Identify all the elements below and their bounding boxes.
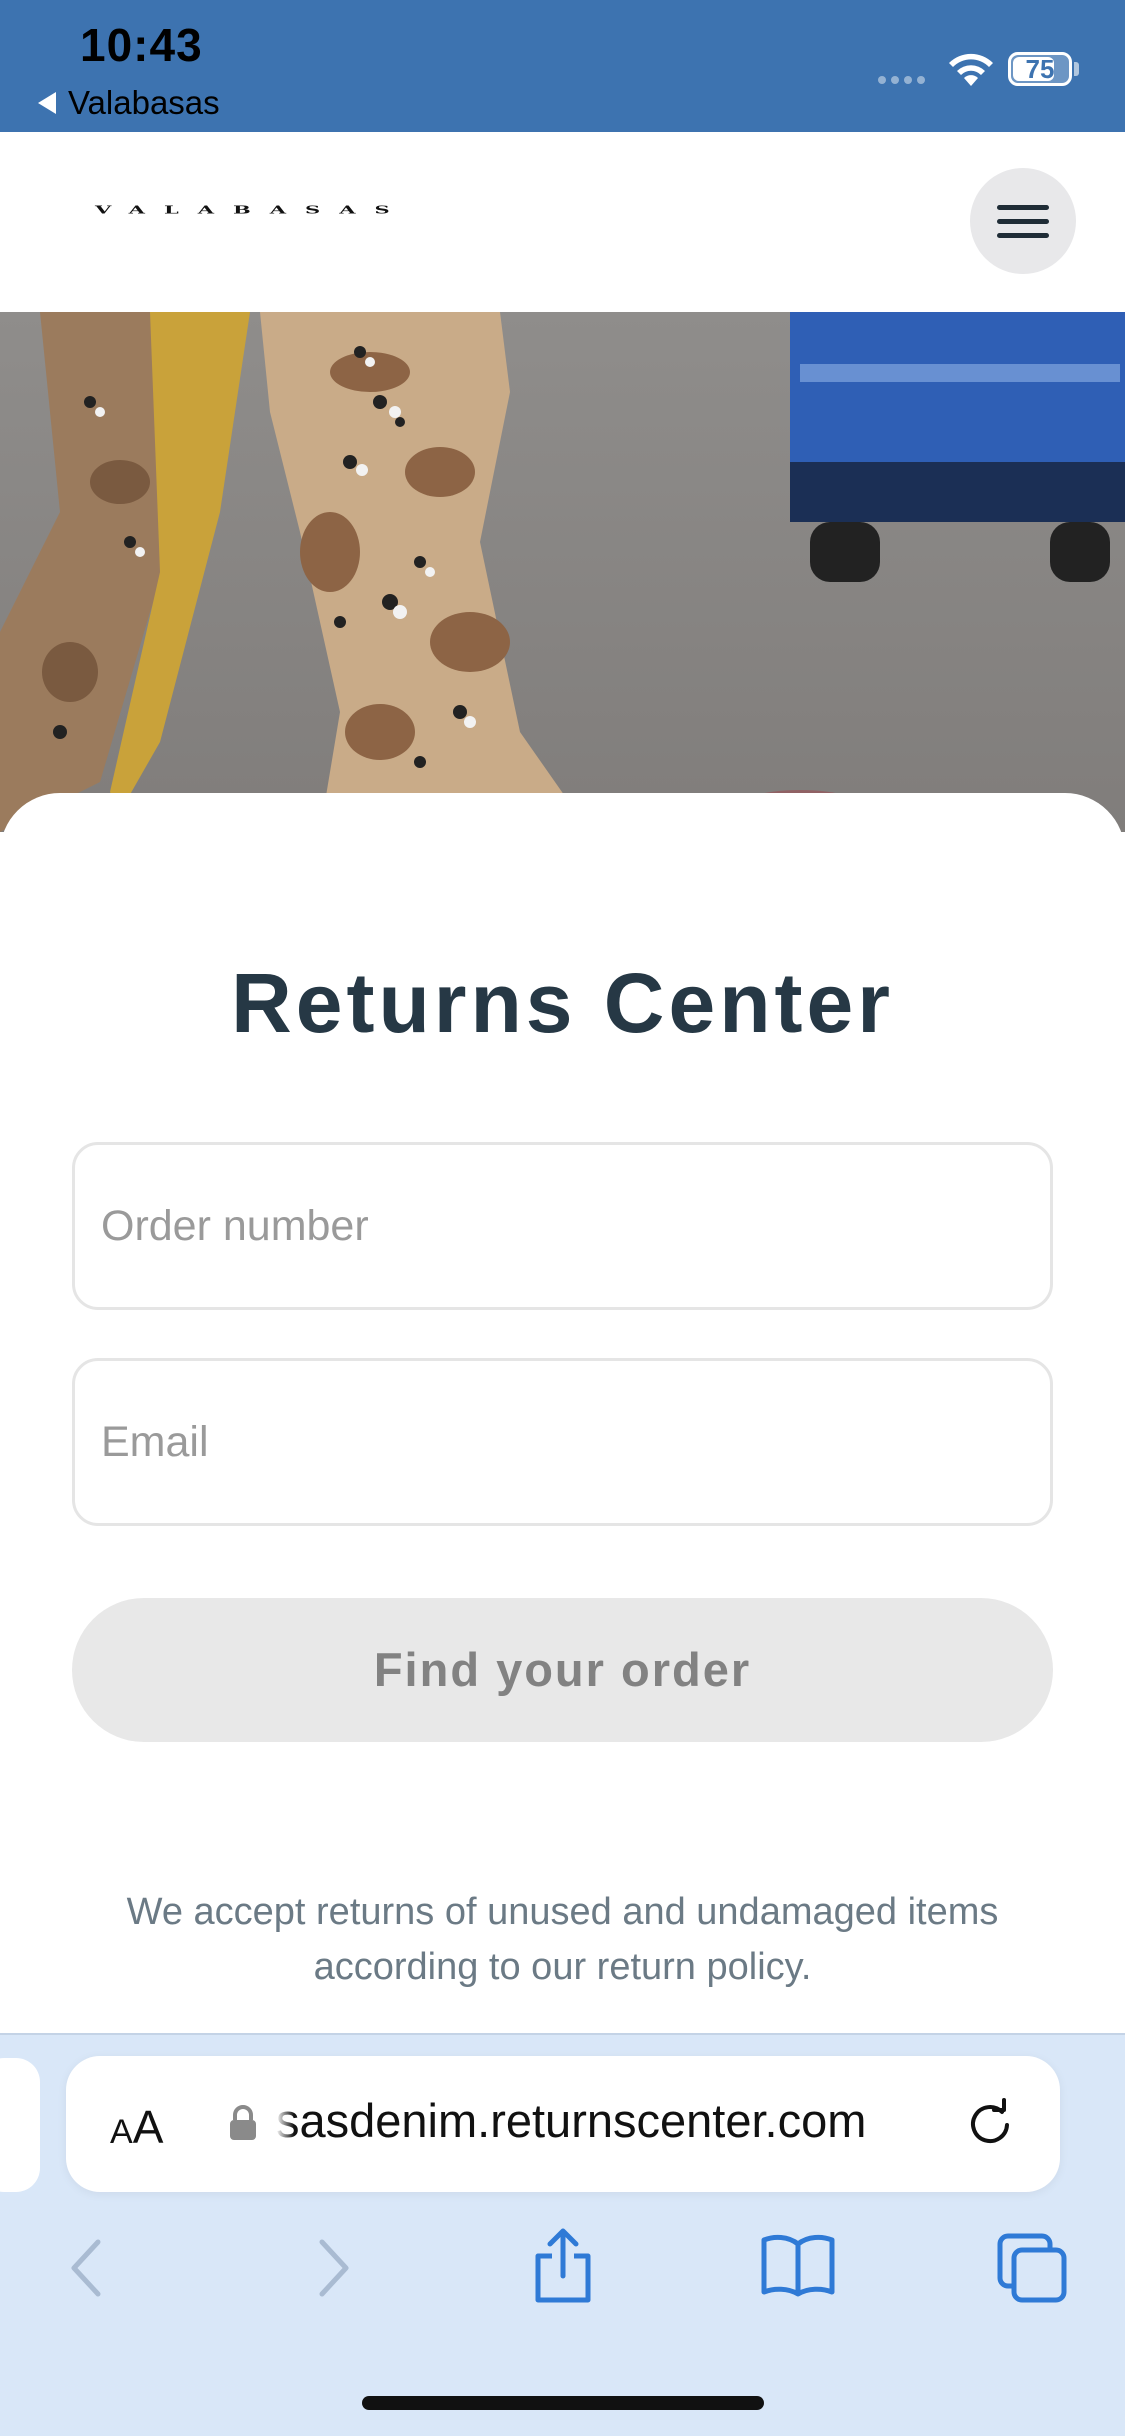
logo-wordmark: VALABASAS	[95, 202, 409, 217]
return-policy-text: We accept returns of unused and undamage…	[126, 1891, 999, 1988]
tabs-overview-icon[interactable]	[996, 2232, 1070, 2304]
forward-arrow-icon[interactable]	[304, 2232, 360, 2304]
back-to-app-link[interactable]: Valabasas	[38, 84, 220, 122]
battery-percent: 75	[1025, 54, 1055, 84]
url-fade-overlay	[276, 2090, 294, 2154]
back-app-label: Valabasas	[68, 84, 220, 121]
url-text[interactable]: sasdenim.returnscenter.com	[276, 2093, 936, 2148]
reader-settings-button[interactable]: AA	[110, 2100, 163, 2154]
bookmarks-book-icon[interactable]	[760, 2232, 836, 2298]
url-domain: asdenim.returnscenter.com	[299, 2094, 867, 2147]
valabasas-logo[interactable]: VALABASAS	[95, 196, 605, 246]
page-title: Returns Center	[231, 956, 894, 1050]
cellular-signal-icon	[878, 76, 925, 84]
battery-icon: 75	[1008, 52, 1072, 86]
hamburger-menu-button[interactable]	[970, 168, 1076, 274]
share-icon[interactable]	[528, 2226, 598, 2306]
home-indicator[interactable]	[362, 2396, 764, 2410]
wifi-icon	[949, 53, 993, 86]
menu-line-icon	[997, 232, 1049, 238]
aa-big-label: A	[132, 2101, 164, 2153]
hero-image	[0, 312, 1125, 832]
back-triangle-icon	[38, 92, 56, 114]
menu-line-icon	[997, 218, 1049, 224]
status-time: 10:43	[80, 19, 203, 71]
email-input[interactable]	[72, 1358, 1053, 1526]
previous-tab-preview[interactable]	[0, 2058, 40, 2192]
find-order-button[interactable]: Find your order	[72, 1598, 1053, 1742]
lock-icon	[230, 2105, 256, 2140]
reload-icon[interactable]	[962, 2096, 1018, 2152]
back-arrow-icon[interactable]	[60, 2232, 116, 2304]
battery-nub	[1074, 62, 1079, 76]
hero-photo-illustration	[0, 312, 1125, 832]
menu-line-icon	[997, 204, 1049, 210]
order-number-input[interactable]	[72, 1142, 1053, 1310]
aa-small-label: A	[110, 2113, 133, 2151]
